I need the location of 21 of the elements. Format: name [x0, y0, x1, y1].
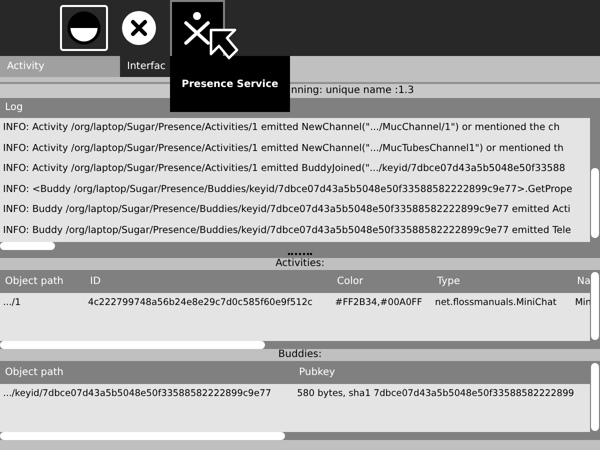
- column-header[interactable]: Object path: [0, 365, 294, 380]
- table-cell-text: 4c222799748a56b24e8e29c7d0c585f60e9f512c: [87, 296, 314, 310]
- log-line: INFO: Buddy /org/laptop/Sugar/Presence/Buddies/keyid/7dbce07d43a5b5048e50f33588582222899c9e77 emitted Tele: [2, 224, 572, 238]
- column-header[interactable]: Na: [572, 274, 600, 289]
- column-header[interactable]: Pubkey: [294, 365, 590, 380]
- column-header[interactable]: Type: [432, 274, 572, 289]
- log-line: INFO: Activity /org/laptop/Sugar/Presence/Activities/1 emitted BuddyJoined(".../keyid/7dbce07d43a5b5048e50f33588: [2, 162, 566, 176]
- column-header[interactable]: Color: [332, 274, 432, 289]
- log-line: INFO: Activity /org/laptop/Sugar/Presence/Activities/1 emitted NewChannel(".../MucChannel/1") or mentioned the ch: [2, 121, 560, 135]
- column-header[interactable]: Object path: [0, 274, 85, 289]
- table-cell-text: 580 bytes, sha1 7dbce07d43a5b5048e50f33588582222899: [296, 387, 576, 401]
- table-cell-text: net.flossmanuals.MiniChat: [434, 296, 558, 310]
- tab[interactable]: Activity: [0, 56, 120, 77]
- column-header[interactable]: ID: [85, 274, 332, 289]
- table-cell-text: .../keyid/7dbce07d43a5b5048e50f33588582222899c9e77: [2, 387, 272, 401]
- log-line: INFO: Activity /org/laptop/Sugar/Presence/Activities/1 emitted NewChannel(".../MucTubesChannel1") or mentioned th: [2, 142, 564, 156]
- tab[interactable]: Interfac: [120, 56, 170, 77]
- log-line: INFO: <Buddy /org/laptop/Sugar/Presence/Buddies/keyid/7dbce07d43a5b5048e50f33588582222899c9e77>.GetPrope: [2, 182, 572, 196]
- table-cell-text: #FF2B34,#00A0FF: [334, 296, 424, 310]
- log-line: INFO: Buddy /org/laptop/Sugar/Presence/Buddies/keyid/7dbce07d43a5b5048e50f33588582222899c9e77 emitted Acti: [2, 203, 570, 217]
- table-cell-text: .../1: [2, 296, 22, 310]
